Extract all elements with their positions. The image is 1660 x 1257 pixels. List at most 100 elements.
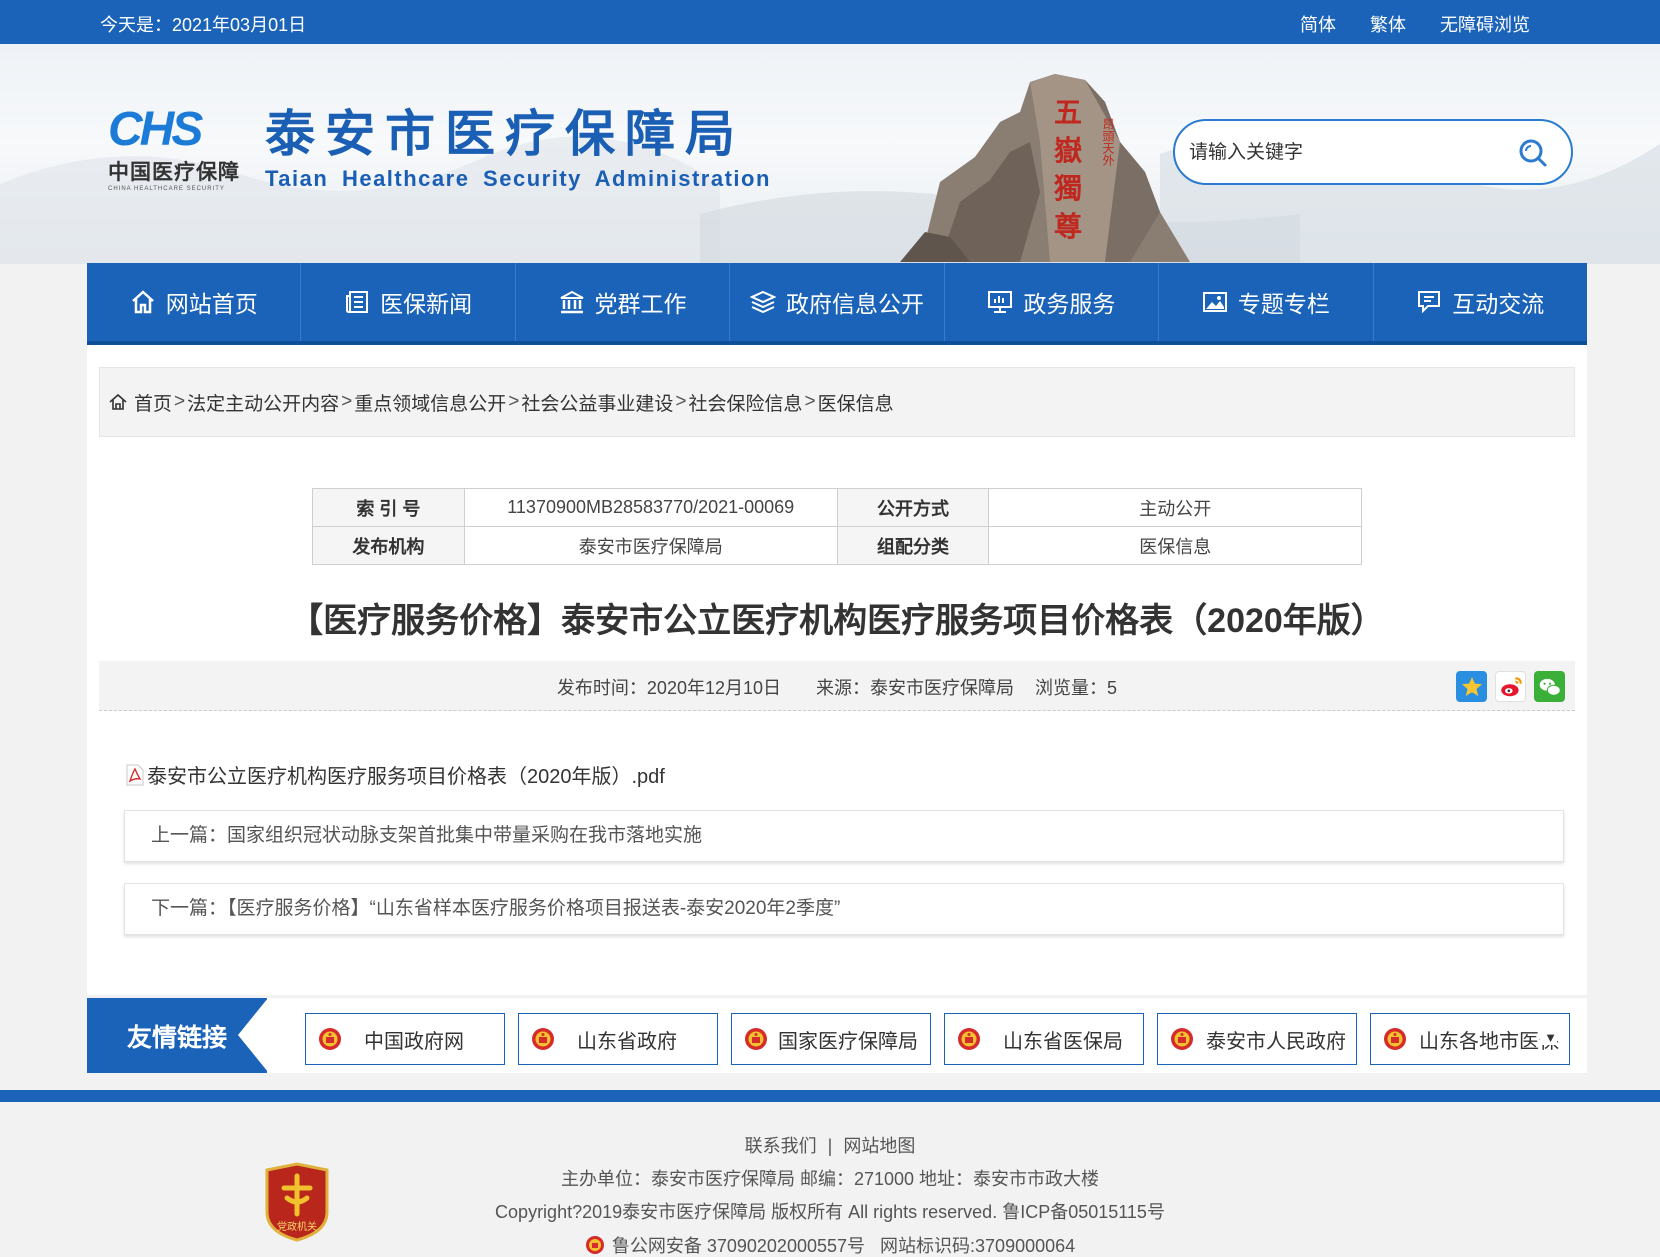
rock-inscription-2: 嶽 — [1054, 134, 1082, 167]
nav-label: 网站首页 — [165, 291, 258, 317]
breadcrumb-item[interactable]: 社会公益事业建设 — [521, 389, 673, 416]
rock-inscription-4: 尊 — [1054, 210, 1082, 243]
logo-en-text: CHINA HEALTHCARE SECURITY — [108, 186, 225, 192]
friend-link-taian-gov[interactable]: 泰安市人民政府 — [1157, 1013, 1357, 1065]
footer-copyright: Copyright?2019泰安市医疗保障局 版权所有 All rights r… — [495, 1202, 1165, 1222]
police-registration[interactable]: 鲁公网安备 37090202000557号 — [612, 1236, 865, 1256]
monitor-icon — [988, 291, 1013, 313]
news-icon — [346, 291, 369, 313]
breadcrumb-separator: > — [675, 391, 687, 412]
breadcrumb: 首页 > 法定主动公开内容 > 重点领域信息公开 > 社会公益事业建设 > 社会… — [99, 367, 1575, 437]
rock-side-inscription: 昂頭天外 — [1101, 118, 1115, 166]
attachment-filename: 泰安市公立医疗机构医疗服务项目价格表（2020年版）.pdf — [147, 766, 665, 788]
breadcrumb-item[interactable]: 社会保险信息 — [689, 389, 803, 416]
disclosure-method-value: 主动公开 — [988, 488, 1362, 527]
nav-item-interaction[interactable]: 互动交流 — [1374, 263, 1587, 341]
breadcrumb-item[interactable]: 法定主动公开内容 — [187, 389, 339, 416]
weibo-share-icon[interactable] — [1495, 671, 1526, 702]
nav-label: 政务服务 — [1023, 291, 1116, 317]
search-input[interactable] — [1189, 137, 1489, 169]
pdf-attachment-link[interactable]: 泰安市公立医疗机构医疗服务项目价格表（2020年版）.pdf — [125, 760, 665, 789]
nav-label: 互动交流 — [1452, 291, 1545, 317]
friend-link-label: 国家医疗保障局 — [778, 1030, 918, 1053]
nav-label: 专题专栏 — [1237, 291, 1330, 317]
main-content: 首页 > 法定主动公开内容 > 重点领域信息公开 > 社会公益事业建设 > 社会… — [87, 345, 1587, 995]
nav-label: 党群工作 — [594, 291, 687, 317]
share-buttons — [1456, 671, 1565, 702]
friend-link-label: 泰安市人民政府 — [1206, 1030, 1346, 1053]
breadcrumb-item[interactable]: 重点领域信息公开 — [354, 389, 506, 416]
language-links: 简体 繁体 无障碍浏览 — [1300, 11, 1530, 37]
publisher-value: 泰安市医疗保障局 — [463, 526, 838, 565]
nav-item-topics[interactable]: 专题专栏 — [1159, 263, 1374, 341]
next-article-link[interactable]: 下一篇：【医疗服务价格】“山东省样本医疗服务价格项目报送表-泰安2020年2季度… — [124, 883, 1564, 935]
rock-inscription-1: 五 — [1054, 96, 1082, 129]
traditional-chinese-link[interactable]: 繁体 — [1370, 11, 1406, 37]
source-value: 泰安市医疗保障局 — [870, 678, 1015, 698]
category-label: 组配分类 — [836, 526, 990, 565]
site-title-cn: 泰安市医疗保障局 — [265, 104, 745, 163]
friendly-links-title: 友情链接 — [127, 1023, 228, 1052]
nav-item-news[interactable]: 医保新闻 — [301, 263, 516, 341]
views-label: 浏览量： — [1035, 678, 1108, 698]
friend-link-shandong-hsa[interactable]: 山东省医保局 — [944, 1013, 1144, 1065]
friend-link-label: 山东省政府 — [577, 1030, 677, 1053]
source-label: 来源： — [816, 678, 871, 698]
previous-article-link[interactable]: 上一篇：国家组织冠状动脉支架首批集中带量采购在我市落地实施 — [124, 810, 1564, 862]
index-number-value: 11370900MB28583770/2021-00069 — [463, 488, 838, 527]
footer-host-info: 主办单位：泰安市医疗保障局 邮编：271000 地址：泰安市市政大楼 — [560, 1169, 1100, 1189]
site-footer: 党政机关 联系我们 | 网站地图 主办单位：泰安市医疗保障局 邮编：271000… — [0, 1102, 1660, 1257]
breadcrumb-separator: > — [804, 391, 816, 412]
current-date: 今天是：2021年03月01日 — [100, 15, 307, 35]
friend-link-label: 山东各地市医保 — [1419, 1030, 1559, 1053]
friend-link-label: 中国政府网 — [364, 1030, 464, 1053]
nav-item-gov-info[interactable]: 政府信息公开 — [730, 263, 945, 341]
publish-date: 2020年12月10日 — [646, 678, 782, 698]
friendly-links-bar: 友情链接 中国政府网 山东省政府 国家医疗保障局 山东省医保局 泰安市人民政府 … — [87, 998, 1587, 1073]
search-box — [1173, 119, 1573, 185]
nav-item-party[interactable]: 党群工作 — [516, 263, 731, 341]
footer-registration: 鲁公网安备 37090202000557号 网站标识码:3709000064 — [0, 1232, 1660, 1257]
footer-separator: | — [827, 1136, 833, 1156]
article-info: 发布时间：2020年12月10日 来源：泰安市医疗保障局 浏览量：5 — [99, 674, 1575, 700]
site-header: CHS 中国医疗保障 CHINA HEALTHCARE SECURITY 泰安市… — [0, 44, 1660, 264]
contact-us-link[interactable]: 联系我们 — [745, 1136, 817, 1156]
friendly-links-label: 友情链接 — [87, 998, 268, 1073]
wechat-share-icon[interactable] — [1534, 671, 1565, 702]
friend-link-shandong-gov[interactable]: 山东省政府 — [518, 1013, 718, 1065]
friend-link-dropdown-select[interactable]: 山东各地市医保 ▼ — [1370, 1013, 1570, 1065]
nav-label: 政府信息公开 — [785, 291, 924, 317]
accessible-browse-link[interactable]: 无障碍浏览 — [1440, 11, 1530, 37]
pdf-icon — [126, 764, 144, 785]
friend-link-nhsa[interactable]: 国家医疗保障局 — [731, 1013, 931, 1065]
document-meta-table: 索 引 号 11370900MB28583770/2021-00069 公开方式… — [312, 488, 1362, 565]
logo-cn-text: 中国医疗保障 — [108, 161, 240, 184]
breadcrumb-item[interactable]: 医保信息 — [818, 389, 894, 416]
nav-label: 医保新闻 — [380, 291, 473, 317]
publish-label: 发布时间： — [556, 678, 647, 698]
main-nav: 网站首页 医保新闻 党群工作 政府信息公开 政务服务 专题专栏 互动交流 — [87, 263, 1587, 345]
nav-item-services[interactable]: 政务服务 — [945, 263, 1160, 341]
national-emblem-icon — [1384, 1028, 1406, 1050]
logo-mark: CHS — [108, 103, 203, 156]
views-count: 5 — [1107, 678, 1118, 698]
breadcrumb-item[interactable]: 首页 — [134, 389, 172, 416]
police-badge-icon — [585, 1236, 604, 1254]
footer-links: 联系我们 | 网站地图 — [0, 1132, 1660, 1158]
search-icon[interactable] — [1517, 137, 1549, 169]
chs-logo[interactable]: CHS 中国医疗保障 CHINA HEALTHCARE SECURITY — [108, 103, 240, 193]
table-row: 发布机构 泰安市医疗保障局 组配分类 医保信息 — [312, 526, 1362, 565]
national-emblem-icon — [532, 1028, 554, 1050]
site-identifier: 网站标识码:3709000064 — [880, 1236, 1076, 1256]
simplified-chinese-link[interactable]: 简体 — [1300, 11, 1336, 37]
site-title: 泰安市医疗保障局 Taian Healthcare Security Admin… — [265, 106, 771, 192]
qzone-share-icon[interactable] — [1456, 671, 1487, 702]
nav-item-home[interactable]: 网站首页 — [87, 263, 302, 341]
sitemap-link[interactable]: 网站地图 — [843, 1136, 915, 1156]
top-bar: 今天是：2021年03月01日 简体 繁体 无障碍浏览 — [0, 0, 1660, 44]
publisher-label: 发布机构 — [312, 526, 465, 565]
publish-info: 发布时间：2020年12月10日 — [557, 678, 781, 698]
chat-icon — [1418, 291, 1441, 314]
national-emblem-icon — [319, 1028, 341, 1050]
friend-link-china-gov[interactable]: 中国政府网 — [305, 1013, 505, 1065]
